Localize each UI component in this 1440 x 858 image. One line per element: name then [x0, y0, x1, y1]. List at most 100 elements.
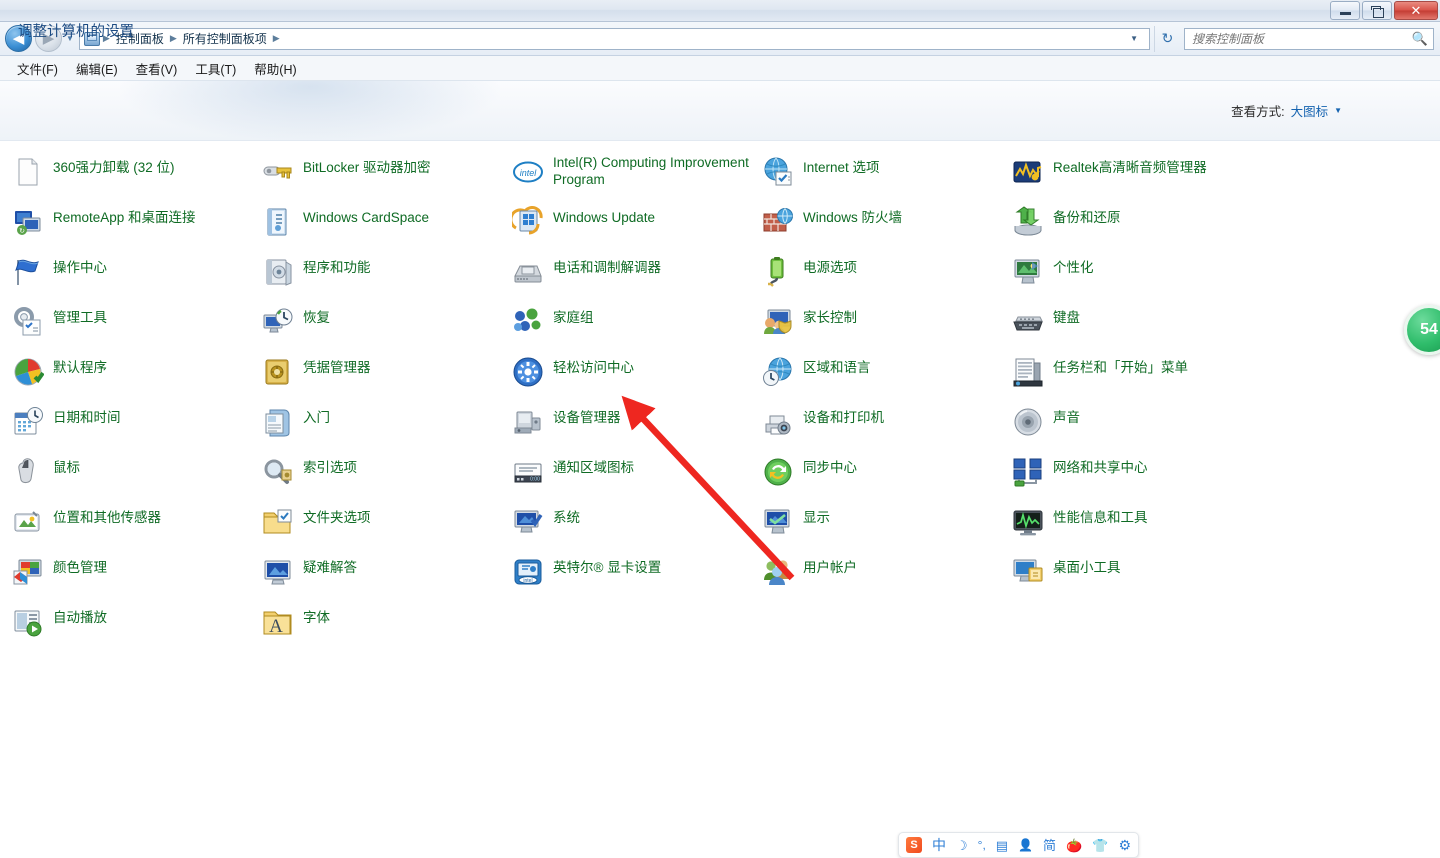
- realtek-audio-icon[interactable]: [1012, 156, 1044, 188]
- control-panel-item-label[interactable]: 性能信息和工具: [1053, 504, 1148, 526]
- autoplay-icon[interactable]: [12, 606, 44, 638]
- intel-graphics-icon[interactable]: intel: [512, 556, 544, 588]
- search-input[interactable]: [1190, 30, 1412, 47]
- control-panel-item-label[interactable]: Windows CardSpace: [303, 204, 429, 226]
- network-sharing-icon[interactable]: [1012, 456, 1044, 488]
- control-panel-item-label[interactable]: 电话和调制解调器: [553, 254, 661, 276]
- parental-controls-icon[interactable]: [762, 306, 794, 338]
- control-panel-item[interactable]: 桌面小工具: [1012, 550, 1312, 600]
- chinese-mode-icon[interactable]: 中: [932, 838, 946, 852]
- control-panel-item[interactable]: 家长控制: [762, 300, 1012, 350]
- user-accounts-icon[interactable]: [762, 556, 794, 588]
- control-panel-item-label[interactable]: BitLocker 驱动器加密: [303, 154, 431, 176]
- sound-icon[interactable]: [1012, 406, 1044, 438]
- control-panel-item-label[interactable]: 备份和还原: [1053, 204, 1121, 226]
- address-dropdown-icon[interactable]: ▼: [1123, 34, 1145, 43]
- control-panel-item-label[interactable]: Windows 防火墙: [803, 204, 902, 226]
- control-panel-item-label[interactable]: 恢复: [303, 304, 330, 326]
- control-panel-item[interactable]: 任务栏和「开始」菜单: [1012, 350, 1312, 400]
- control-panel-item[interactable]: 自动播放: [12, 600, 262, 650]
- system-icon[interactable]: [512, 506, 544, 538]
- credential-manager-icon[interactable]: [262, 356, 294, 388]
- tomato-timer-icon[interactable]: 🍅: [1066, 839, 1082, 852]
- menu-item-view[interactable]: 查看(V): [127, 56, 187, 81]
- power-options-icon[interactable]: [762, 256, 794, 288]
- intel-icon[interactable]: intel: [512, 156, 544, 188]
- control-panel-item-label[interactable]: Realtek高清晰音频管理器: [1053, 154, 1207, 176]
- control-panel-item[interactable]: 索引选项: [262, 450, 512, 500]
- control-panel-item[interactable]: 用户帐户: [762, 550, 1012, 600]
- control-panel-item-label[interactable]: 字体: [303, 604, 330, 626]
- devices-printers-icon[interactable]: [762, 406, 794, 438]
- view-mode-value[interactable]: 大图标: [1291, 101, 1329, 120]
- sogou-logo-icon[interactable]: S: [906, 837, 922, 853]
- control-panel-item[interactable]: 区域和语言: [762, 350, 1012, 400]
- punctuation-icon[interactable]: °,: [978, 839, 986, 851]
- control-panel-item[interactable]: 轻松访问中心: [512, 350, 762, 400]
- control-panel-item-label[interactable]: 用户帐户: [803, 554, 857, 576]
- personalization-icon[interactable]: [1012, 256, 1044, 288]
- control-panel-item-label[interactable]: 设备和打印机: [803, 404, 884, 426]
- performance-tools-icon[interactable]: [1012, 506, 1044, 538]
- firewall-icon[interactable]: [762, 206, 794, 238]
- control-panel-item-label[interactable]: 任务栏和「开始」菜单: [1053, 354, 1188, 376]
- simplified-chinese-icon[interactable]: 简: [1043, 839, 1056, 852]
- mouse-icon[interactable]: [12, 456, 44, 488]
- breadcrumb-separator-icon[interactable]: ▶: [272, 33, 281, 44]
- control-panel-item[interactable]: Windows CardSpace: [262, 200, 512, 250]
- control-panel-item-label[interactable]: 系统: [553, 504, 580, 526]
- control-panel-item[interactable]: 0:00 通知区域图标: [512, 450, 762, 500]
- control-panel-item-label[interactable]: 程序和功能: [303, 254, 371, 276]
- skin-icon[interactable]: 👕: [1092, 839, 1108, 852]
- control-panel-item-label[interactable]: 自动播放: [53, 604, 107, 626]
- color-management-icon[interactable]: [12, 556, 44, 588]
- control-panel-item-label[interactable]: 英特尔® 显卡设置: [553, 554, 661, 576]
- control-panel-item[interactable]: 声音: [1012, 400, 1312, 450]
- control-panel-item-label[interactable]: 家长控制: [803, 304, 857, 326]
- bitlocker-key-icon[interactable]: [262, 156, 294, 188]
- control-panel-item[interactable]: 性能信息和工具: [1012, 500, 1312, 550]
- control-panel-item[interactable]: 显示: [762, 500, 1012, 550]
- indexing-options-icon[interactable]: [262, 456, 294, 488]
- control-panel-item-label[interactable]: 家庭组: [553, 304, 594, 326]
- default-programs-icon[interactable]: [12, 356, 44, 388]
- recovery-icon[interactable]: [262, 306, 294, 338]
- address-bar[interactable]: ▶ 控制面板 ▶ 所有控制面板项 ▶ ▼: [78, 27, 1150, 50]
- breadcrumb-all-items[interactable]: 所有控制面板项: [178, 30, 272, 47]
- taskbar-startmenu-icon[interactable]: [1012, 356, 1044, 388]
- control-panel-item[interactable]: 网络和共享中心: [1012, 450, 1312, 500]
- control-panel-item-label[interactable]: 360强力卸载 (32 位): [53, 154, 175, 176]
- minimize-button[interactable]: [1330, 1, 1360, 20]
- control-panel-item[interactable]: 家庭组: [512, 300, 762, 350]
- control-panel-item[interactable]: 位置和其他传感器: [12, 500, 262, 550]
- getting-started-icon[interactable]: [262, 406, 294, 438]
- control-panel-item-label[interactable]: 位置和其他传感器: [53, 504, 161, 526]
- control-panel-item-label[interactable]: Intel(R) Computing Improvement Program: [553, 154, 758, 188]
- menu-item-file[interactable]: 文件(F): [8, 56, 67, 81]
- region-language-icon[interactable]: [762, 356, 794, 388]
- soft-keyboard-icon[interactable]: ▤: [996, 839, 1008, 852]
- control-panel-item[interactable]: 入门: [262, 400, 512, 450]
- menu-item-tools[interactable]: 工具(T): [186, 56, 245, 81]
- internet-options-icon[interactable]: [762, 156, 794, 188]
- control-panel-item-label[interactable]: 电源选项: [803, 254, 857, 276]
- control-panel-item-label[interactable]: 键盘: [1053, 304, 1080, 326]
- control-panel-item[interactable]: 360强力卸载 (32 位): [12, 150, 262, 200]
- menu-item-edit[interactable]: 编辑(E): [67, 56, 127, 81]
- control-panel-item[interactable]: 个性化: [1012, 250, 1312, 300]
- control-panel-item[interactable]: 键盘: [1012, 300, 1312, 350]
- cardspace-icon[interactable]: [262, 206, 294, 238]
- control-panel-item[interactable]: 鼠标: [12, 450, 262, 500]
- control-panel-item-label[interactable]: 显示: [803, 504, 830, 526]
- keyboard-icon[interactable]: [1012, 306, 1044, 338]
- control-panel-item-label[interactable]: 轻松访问中心: [553, 354, 634, 376]
- control-panel-item[interactable]: 电话和调制解调器: [512, 250, 762, 300]
- location-sensor-icon[interactable]: [12, 506, 44, 538]
- control-panel-item-label[interactable]: 操作中心: [53, 254, 107, 276]
- control-panel-item[interactable]: 设备管理器: [512, 400, 762, 450]
- refresh-button[interactable]: ↻: [1154, 25, 1180, 52]
- control-panel-item[interactable]: A 字体: [262, 600, 512, 650]
- sync-center-icon[interactable]: [762, 456, 794, 488]
- control-panel-item[interactable]: Windows Update: [512, 200, 762, 250]
- control-panel-item[interactable]: Internet 选项: [762, 150, 1012, 200]
